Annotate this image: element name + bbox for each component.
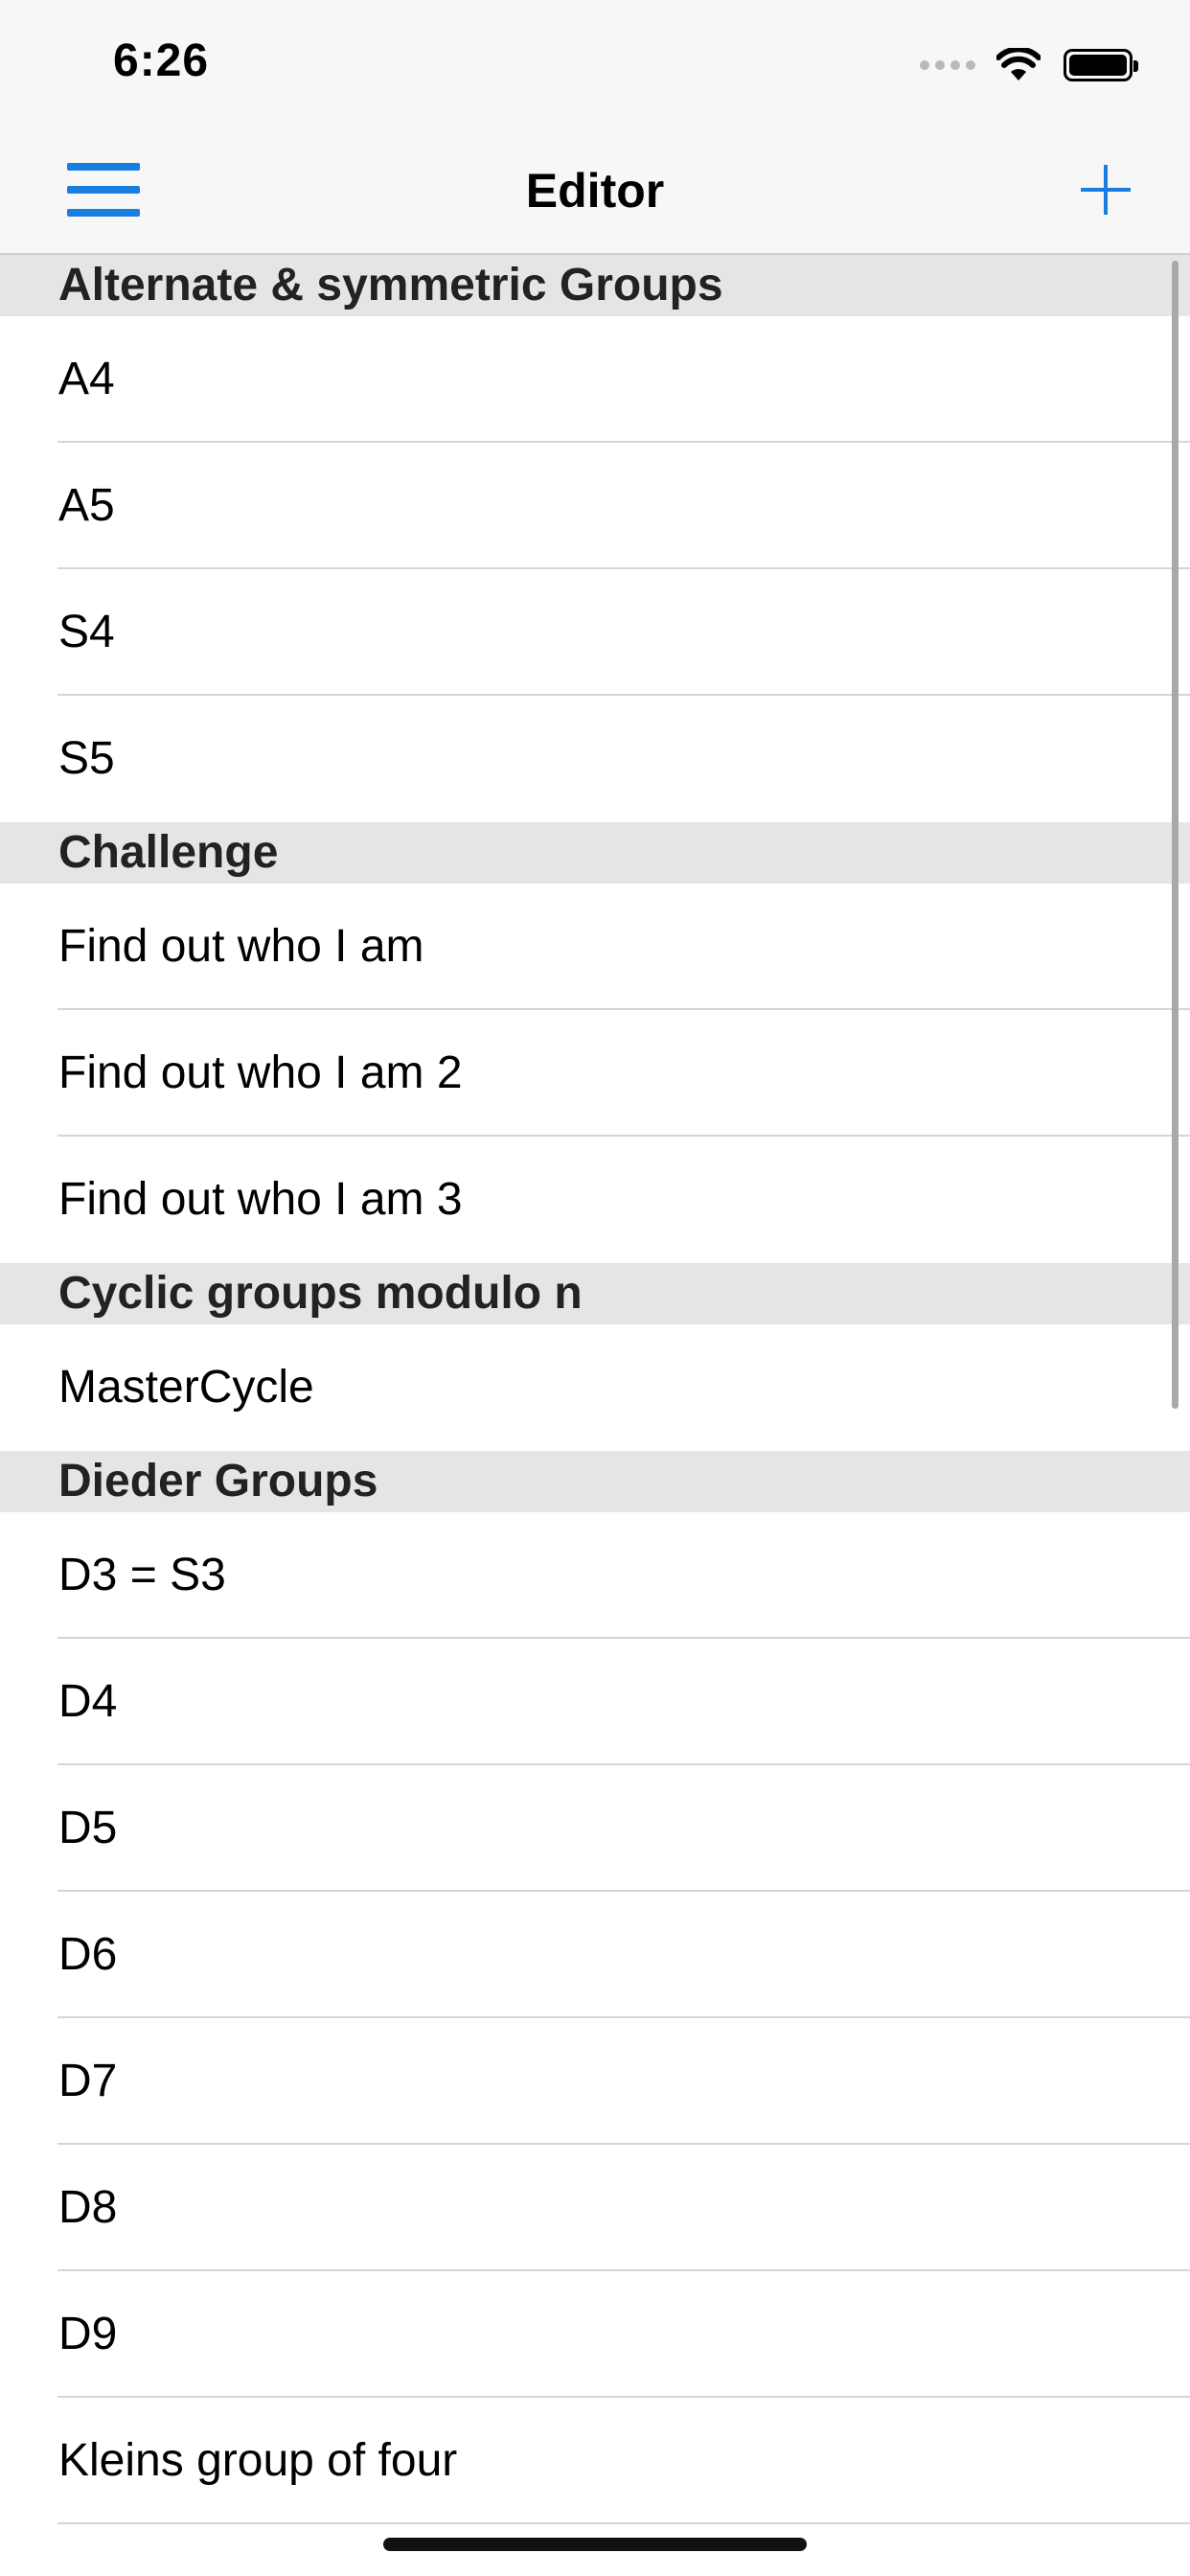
status-indicators [920, 46, 1138, 84]
list-item[interactable]: Find out who I am [0, 884, 1190, 1010]
list-item[interactable]: S5 [0, 696, 1190, 822]
list-item[interactable]: D9 [0, 2271, 1190, 2398]
status-bar: 6:26 [0, 0, 1190, 125]
list-item[interactable]: D8 [0, 2145, 1190, 2271]
list-item[interactable]: S4 [0, 569, 1190, 696]
list-item[interactable]: MasterCycle [0, 1324, 1190, 1451]
list-item[interactable]: Find out who I am 2 [0, 1010, 1190, 1137]
list-item[interactable]: Find out who I am 3 [0, 1137, 1190, 1263]
list-item[interactable]: Kleins group of four [0, 2398, 1190, 2524]
list-item[interactable]: D3 = S3 [0, 1512, 1190, 1639]
add-button[interactable] [1079, 163, 1133, 217]
status-time: 6:26 [113, 35, 210, 86]
group-list[interactable]: Alternate & symmetric Groups A4 A5 S4 S5 Chal… [0, 255, 1190, 2524]
home-indicator[interactable] [383, 2538, 807, 2551]
scroll-indicator[interactable] [1172, 261, 1179, 1409]
battery-icon [1064, 49, 1138, 81]
section-header: Challenge [0, 822, 1190, 884]
section-header: Alternate & symmetric Groups [0, 255, 1190, 316]
navigation-bar: Editor [0, 125, 1190, 255]
list-item[interactable]: D7 [0, 2018, 1190, 2145]
list-item[interactable]: D6 [0, 1892, 1190, 2018]
wifi-icon [996, 48, 1041, 80]
list-item[interactable]: D5 [0, 1765, 1190, 1892]
cellular-signal-icon [920, 60, 975, 70]
list-item[interactable]: A4 [0, 316, 1190, 443]
section-header: Dieder Groups [0, 1451, 1190, 1512]
section-header: Cyclic groups modulo n [0, 1263, 1190, 1324]
plus-icon [1081, 165, 1131, 215]
list-item[interactable]: D4 [0, 1639, 1190, 1765]
page-title: Editor [525, 164, 665, 218]
list-item[interactable]: A5 [0, 443, 1190, 569]
